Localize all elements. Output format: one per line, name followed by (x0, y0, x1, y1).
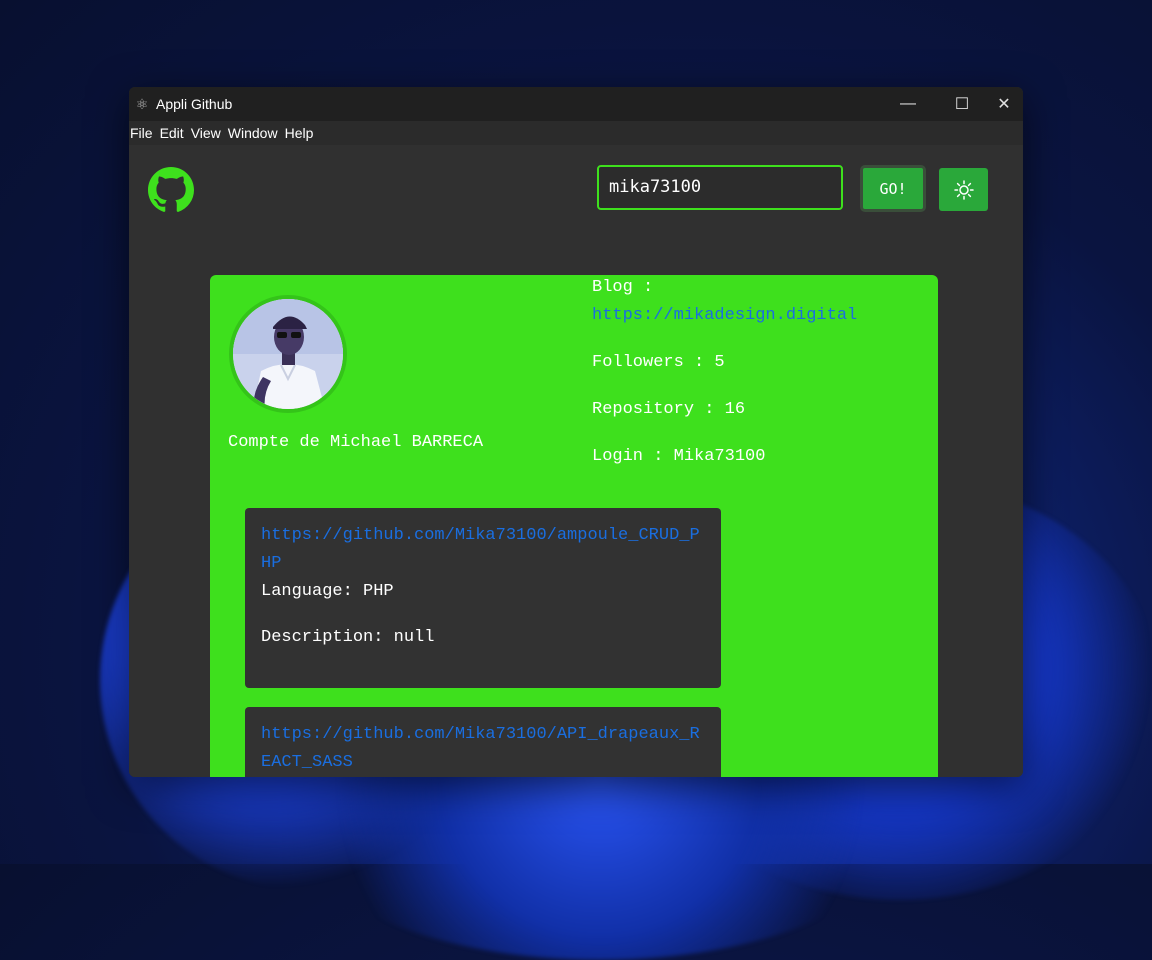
close-button[interactable]: ✕ (977, 87, 1023, 121)
repo-card: https://github.com/Mika73100/API_drapeau… (245, 707, 721, 777)
avatar-photo (233, 299, 343, 409)
followers-count: Followers : 5 (592, 353, 725, 372)
repo-link[interactable]: https://github.com/Mika73100/ampoule_CRU… (261, 522, 705, 578)
repo-description: Description: null (261, 628, 435, 647)
profile-card: Compte de Michael BARRECA Blog : https:/… (210, 275, 938, 777)
window-title: Appli Github (156, 96, 233, 112)
electron-icon: ⚛ (135, 96, 149, 112)
blog-label: Blog : (592, 278, 654, 297)
app-window: ⚛ Appli Github — ☐ ✕ File Edit View Wind… (129, 87, 1023, 777)
sun-icon (953, 179, 974, 200)
menu-file[interactable]: File (130, 125, 159, 141)
account-name: Compte de Michael BARRECA (228, 433, 484, 452)
menu-view[interactable]: View (191, 125, 227, 141)
repo-card: https://github.com/Mika73100/ampoule_CRU… (245, 508, 721, 688)
theme-toggle-button[interactable] (939, 168, 988, 211)
avatar (229, 295, 347, 413)
menu-window[interactable]: Window (228, 125, 284, 141)
repo-language: Language: PHP (261, 582, 394, 601)
go-button[interactable]: GO! (860, 165, 926, 212)
search-input[interactable]: mika73100 (597, 165, 843, 210)
title-bar[interactable]: ⚛ Appli Github — ☐ ✕ (129, 87, 1023, 121)
menu-bar: File Edit View Window Help (129, 121, 1023, 145)
blog-link[interactable]: https://mikadesign.digital (592, 306, 857, 325)
github-icon (148, 167, 194, 212)
menu-help[interactable]: Help (285, 125, 320, 141)
menu-edit[interactable]: Edit (160, 125, 190, 141)
login-name: Login : Mika73100 (592, 447, 766, 466)
minimize-button[interactable]: — (881, 87, 935, 121)
main-content: mika73100 GO! Compte de Michael BARRECA … (129, 145, 1023, 777)
repo-link[interactable]: https://github.com/Mika73100/API_drapeau… (261, 721, 705, 777)
repository-count: Repository : 16 (592, 400, 746, 419)
